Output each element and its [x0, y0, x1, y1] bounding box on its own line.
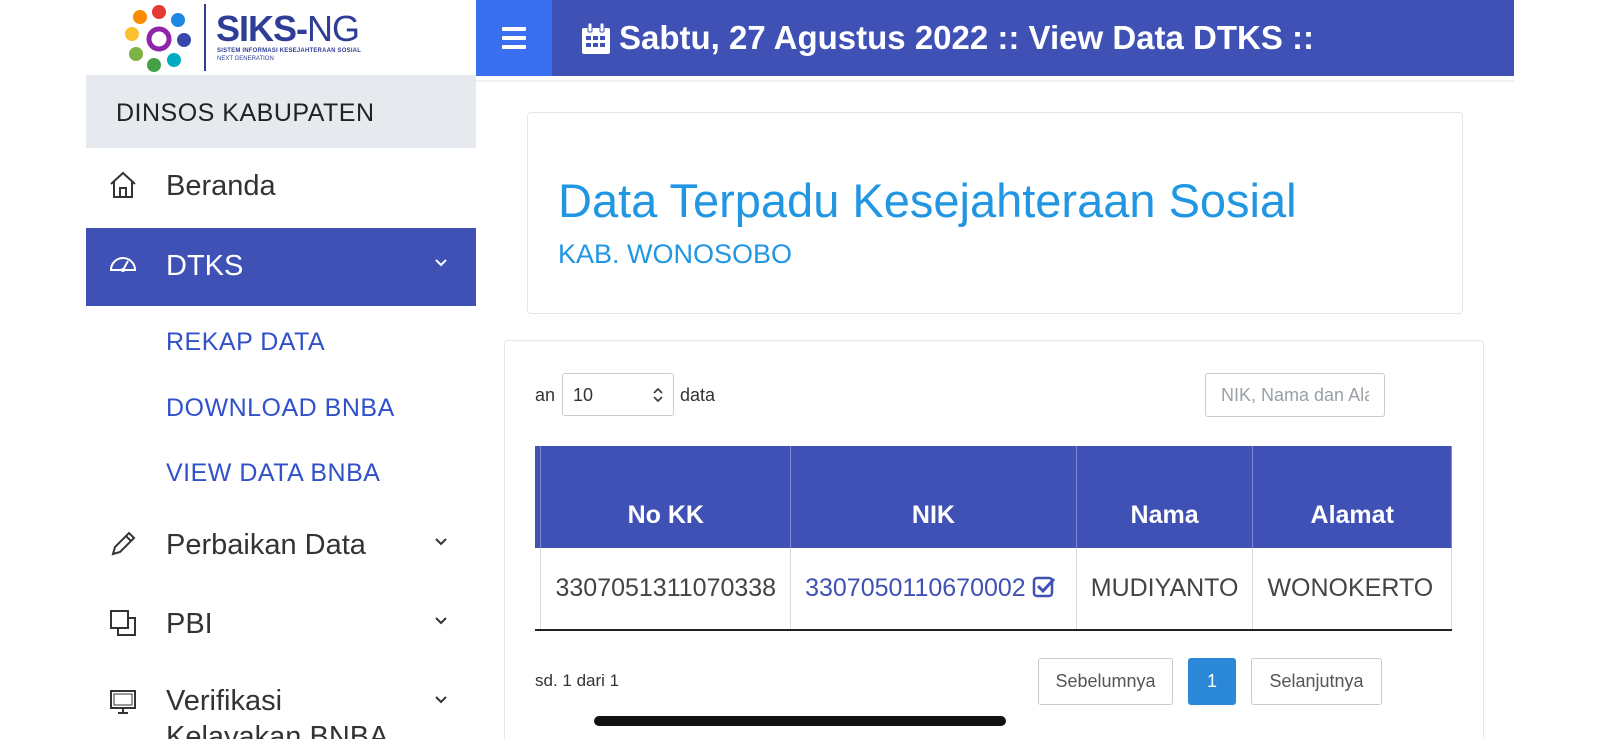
sidebar-item-label: Verifikasi Kelayakan BNBA [166, 685, 389, 739]
dashboard-gauge-icon [109, 257, 137, 272]
logo-flower-icon [125, 5, 191, 72]
data-table: No KK NIK Nama Alamat 3307051311070338 3… [535, 446, 1452, 631]
cell-no-kk: 3307051311070338 [540, 548, 792, 631]
calendar-icon [582, 22, 610, 54]
pagination-prev-button[interactable]: Sebelumnya [1038, 658, 1173, 705]
select-updown-icon [653, 387, 663, 403]
hamburger-line [502, 45, 526, 49]
sidebar: SIKS-NG SISTEM INFORMASI KESEJAHTERAAN S… [86, 0, 476, 739]
cell-nik[interactable]: 3307050110670002 [790, 548, 1077, 631]
page-size-value: 10 [573, 385, 594, 405]
banner-subheading: KAB. WONOSOBO [558, 239, 793, 269]
sidebar-item-perbaikan-data[interactable]: Perbaikan Data [86, 507, 476, 585]
page-size-select[interactable]: 10 [562, 373, 674, 416]
home-indicator-bar [594, 716, 1006, 726]
data-table-scroll[interactable]: No KK NIK Nama Alamat 3307051311070338 3… [535, 446, 1454, 631]
nik-link[interactable]: 3307050110670002 [805, 574, 1026, 602]
sidebar-item-label: Beranda [166, 170, 276, 202]
sidebar-item-pbi[interactable]: PBI [86, 586, 476, 664]
clone-icon [110, 610, 136, 636]
chevron-down-icon [435, 696, 447, 704]
logo-divider [204, 4, 206, 71]
chevron-down-icon [435, 617, 447, 625]
pagination-page-button[interactable]: 1 [1188, 658, 1236, 705]
page-size-prefix: an [535, 385, 556, 405]
table-info: sd. 1 dari 1 [535, 671, 620, 690]
logo-tagline: NEXT GENERATION [217, 56, 274, 62]
chevron-down-icon [435, 538, 447, 546]
pagination-next-button[interactable]: Selanjutnya [1251, 658, 1382, 705]
hamburger-line [502, 36, 526, 40]
banner-heading: Data Terpadu Kesejahteraan Sosial [558, 174, 1297, 227]
home-icon [110, 171, 136, 198]
table-header-row: No KK NIK Nama Alamat [535, 446, 1452, 548]
sidebar-subitem-download-bnba[interactable]: DOWNLOAD BNBA [166, 394, 395, 423]
table-row: 3307051311070338 3307050110670002 MUDIYA… [535, 548, 1452, 631]
cell-nama: MUDIYANTO [1075, 548, 1254, 631]
column-header-alamat[interactable]: Alamat [1252, 446, 1452, 548]
logo-subtitle: SISTEM INFORMASI KESEJAHTERAAN SOSIAL [217, 48, 362, 54]
table-card: an 10 data No KK NIK Nama Alamat [504, 340, 1484, 739]
pencil-icon [111, 531, 136, 556]
search-input[interactable] [1205, 373, 1385, 417]
chevron-down-icon [435, 259, 447, 267]
sidebar-subitem-rekap-data[interactable]: REKAP DATA [166, 328, 325, 357]
column-header-no-kk[interactable]: No KK [540, 446, 792, 548]
menu-toggle-button[interactable] [476, 0, 552, 76]
sidebar-item-dtks[interactable]: DTKS [86, 228, 476, 306]
banner-card: Data Terpadu Kesejahteraan Sosial KAB. W… [527, 112, 1463, 314]
header-divider [476, 80, 1514, 82]
org-name: DINSOS KABUPATEN [116, 99, 375, 127]
cell-alamat: WONOKERTO [1252, 548, 1452, 631]
sidebar-item-verifikasi[interactable]: Verifikasi Kelayakan BNBA [86, 665, 476, 739]
hamburger-line [502, 27, 526, 31]
app-logo[interactable]: SIKS-NG SISTEM INFORMASI KESEJAHTERAAN S… [86, 0, 476, 75]
logo-title: SIKS-NG [216, 8, 360, 49]
sidebar-item-label: Perbaikan Data [166, 529, 366, 561]
column-header-nik[interactable]: NIK [790, 446, 1077, 548]
column-header-nama[interactable]: Nama [1075, 446, 1254, 548]
org-name-bar: DINSOS KABUPATEN [86, 75, 476, 148]
check-square-icon [1032, 576, 1055, 598]
sidebar-item-beranda[interactable]: Beranda [86, 148, 476, 226]
sidebar-item-label: PBI [166, 608, 213, 640]
top-header: Sabtu, 27 Agustus 2022 :: View Data DTKS… [476, 0, 1514, 76]
page-title: Sabtu, 27 Agustus 2022 :: View Data DTKS… [619, 19, 1314, 56]
sidebar-item-label: DTKS [166, 250, 244, 282]
page-size-suffix: data [680, 385, 716, 405]
sidebar-subitem-view-data-bnba[interactable]: VIEW DATA BNBA [166, 459, 380, 488]
monitor-icon [110, 690, 136, 714]
